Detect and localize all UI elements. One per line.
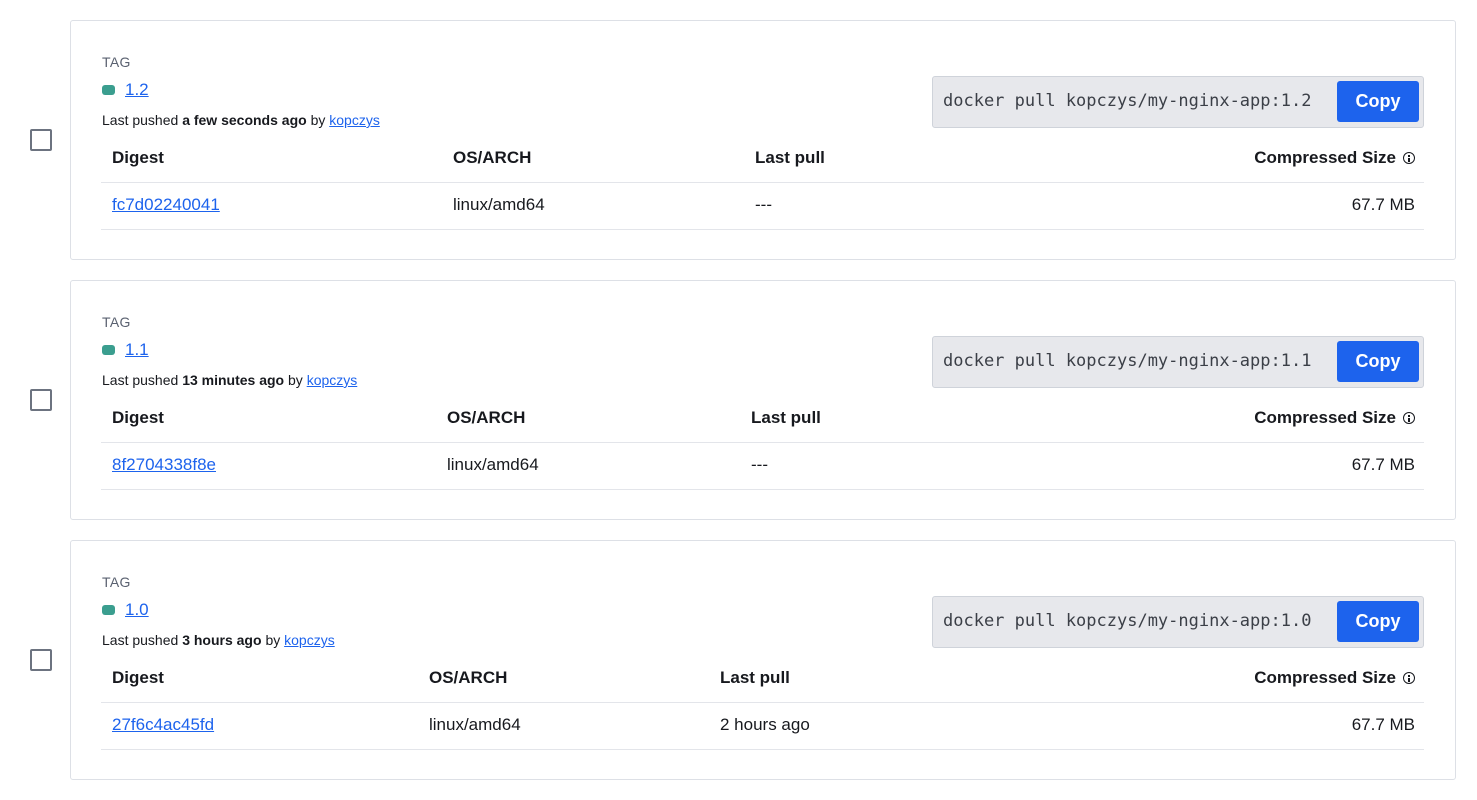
tag-line: 1.2: [102, 79, 149, 101]
last-pull-cell: ---: [751, 455, 768, 474]
column-header-digest: Digest: [112, 148, 164, 167]
pushed-by-user-link[interactable]: kopczys: [284, 632, 335, 648]
compressed-size-cell: 67.7 MB: [1351, 455, 1415, 474]
column-header-compressed-size: Compressed Size: [1254, 668, 1415, 688]
copy-button[interactable]: Copy: [1337, 601, 1419, 642]
pushed-by-prefix: by: [265, 632, 281, 648]
info-icon[interactable]: [1403, 672, 1415, 684]
compressed-size-cell: 67.7 MB: [1351, 715, 1415, 734]
digest-link[interactable]: 8f2704338f8e: [112, 455, 216, 474]
last-pushed-time: 3 hours ago: [182, 632, 262, 648]
select-tag-checkbox[interactable]: [30, 389, 52, 411]
compressed-size-label: Compressed Size: [1254, 668, 1396, 687]
table-row: 27f6c4ac45fd linux/amd64 2 hours ago 67.…: [101, 703, 1424, 750]
pull-command-box: docker pull kopczys/my-nginx-app:1.0 Cop…: [932, 596, 1424, 648]
tag-card: TAG 1.1 Last pushed 13 minutes ago by ko…: [70, 280, 1456, 520]
last-pushed-prefix: Last pushed: [102, 632, 179, 648]
table-row: 8f2704338f8e linux/amd64 --- 67.7 MB: [101, 443, 1424, 490]
tag-line: 1.1: [102, 339, 149, 361]
pushed-by-prefix: by: [310, 112, 326, 128]
info-icon[interactable]: [1403, 152, 1415, 164]
last-pushed-time: a few seconds ago: [182, 112, 307, 128]
column-header-last-pull: Last pull: [751, 408, 821, 427]
os-arch-cell: linux/amd64: [453, 195, 545, 214]
last-pull-cell: 2 hours ago: [720, 715, 810, 734]
pull-command-text[interactable]: docker pull kopczys/my-nginx-app:1.0: [943, 611, 1311, 631]
pull-command-box: docker pull kopczys/my-nginx-app:1.1 Cop…: [932, 336, 1424, 388]
pull-command-text[interactable]: docker pull kopczys/my-nginx-app:1.2: [943, 91, 1311, 111]
table-header: Digest OS/ARCH Last pull Compressed Size: [101, 136, 1424, 183]
column-header-os-arch: OS/ARCH: [429, 668, 508, 687]
os-arch-cell: linux/amd64: [447, 455, 539, 474]
last-pull-cell: ---: [755, 195, 772, 214]
pull-command-box: docker pull kopczys/my-nginx-app:1.2 Cop…: [932, 76, 1424, 128]
last-pushed-prefix: Last pushed: [102, 372, 179, 388]
pull-command-text[interactable]: docker pull kopczys/my-nginx-app:1.1: [943, 351, 1311, 371]
table-header: Digest OS/ARCH Last pull Compressed Size: [101, 396, 1424, 443]
column-header-compressed-size: Compressed Size: [1254, 148, 1415, 168]
column-header-last-pull: Last pull: [755, 148, 825, 167]
digest-table: Digest OS/ARCH Last pull Compressed Size…: [101, 136, 1424, 230]
column-header-compressed-size: Compressed Size: [1254, 408, 1415, 428]
table-row: fc7d02240041 linux/amd64 --- 67.7 MB: [101, 183, 1424, 230]
last-pushed-info: Last pushed 3 hours ago by kopczys: [102, 632, 335, 648]
pushed-by-prefix: by: [288, 372, 303, 388]
tag-card: TAG 1.0 Last pushed 3 hours ago by kopcz…: [70, 540, 1456, 780]
tag-section-label: TAG: [102, 574, 131, 590]
column-header-os-arch: OS/ARCH: [447, 408, 526, 427]
os-arch-cell: linux/amd64: [429, 715, 521, 734]
status-dot-icon: [102, 345, 115, 355]
digest-link[interactable]: fc7d02240041: [112, 195, 220, 214]
column-header-digest: Digest: [112, 408, 164, 427]
info-icon[interactable]: [1403, 412, 1415, 424]
last-pushed-info: Last pushed 13 minutes ago by kopczys: [102, 372, 357, 388]
tag-row: TAG 1.1 Last pushed 13 minutes ago by ko…: [0, 280, 1477, 520]
copy-button[interactable]: Copy: [1337, 81, 1419, 122]
digest-table: Digest OS/ARCH Last pull Compressed Size…: [101, 656, 1424, 750]
select-tag-checkbox[interactable]: [30, 649, 52, 671]
last-pushed-prefix: Last pushed: [102, 112, 179, 128]
status-dot-icon: [102, 85, 115, 95]
tag-name-link[interactable]: 1.2: [125, 80, 149, 100]
compressed-size-cell: 67.7 MB: [1351, 195, 1415, 214]
column-header-digest: Digest: [112, 668, 164, 687]
last-pushed-time: 13 minutes ago: [182, 372, 285, 388]
tag-row: TAG 1.2 Last pushed a few seconds ago by…: [0, 20, 1477, 260]
table-header: Digest OS/ARCH Last pull Compressed Size: [101, 656, 1424, 703]
tag-name-link[interactable]: 1.0: [125, 600, 149, 620]
last-pushed-info: Last pushed a few seconds ago by kopczys: [102, 112, 380, 128]
column-header-os-arch: OS/ARCH: [453, 148, 532, 167]
tag-line: 1.0: [102, 599, 149, 621]
status-dot-icon: [102, 605, 115, 615]
tag-name-link[interactable]: 1.1: [125, 340, 149, 360]
compressed-size-label: Compressed Size: [1254, 148, 1396, 167]
column-header-last-pull: Last pull: [720, 668, 790, 687]
tag-section-label: TAG: [102, 54, 131, 70]
digest-table: Digest OS/ARCH Last pull Compressed Size…: [101, 396, 1424, 490]
tag-row: TAG 1.0 Last pushed 3 hours ago by kopcz…: [0, 540, 1477, 780]
digest-cell: fc7d02240041: [112, 195, 220, 215]
tag-section-label: TAG: [102, 314, 131, 330]
digest-cell: 27f6c4ac45fd: [112, 715, 214, 735]
tag-card: TAG 1.2 Last pushed a few seconds ago by…: [70, 20, 1456, 260]
digest-link[interactable]: 27f6c4ac45fd: [112, 715, 214, 734]
compressed-size-label: Compressed Size: [1254, 408, 1396, 427]
select-tag-checkbox[interactable]: [30, 129, 52, 151]
pushed-by-user-link[interactable]: kopczys: [329, 112, 380, 128]
copy-button[interactable]: Copy: [1337, 341, 1419, 382]
digest-cell: 8f2704338f8e: [112, 455, 216, 475]
pushed-by-user-link[interactable]: kopczys: [307, 372, 358, 388]
